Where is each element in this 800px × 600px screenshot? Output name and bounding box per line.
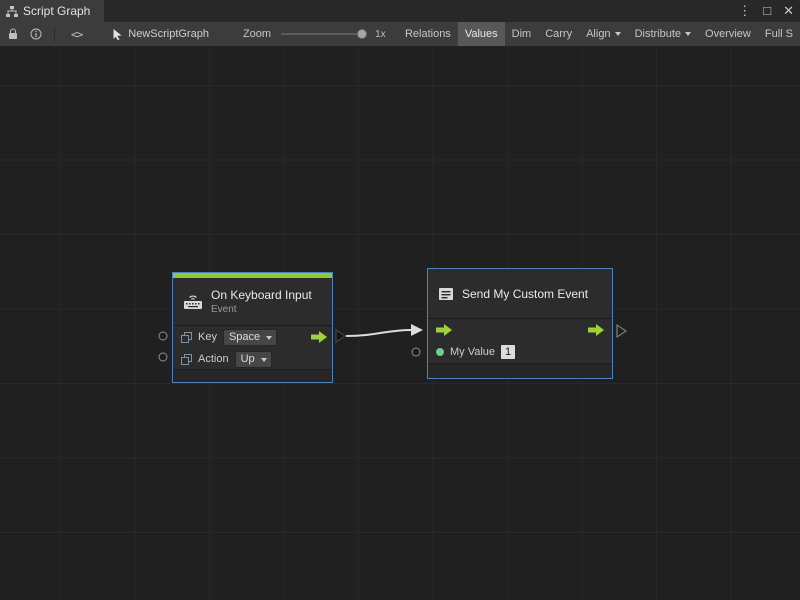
zoom-slider-knob[interactable]	[357, 29, 367, 39]
values-button[interactable]: Values	[458, 22, 505, 47]
toolbar-divider	[54, 27, 55, 42]
graph-toolbar: <> NewScriptGraph Zoom 1x Relations Valu…	[0, 22, 800, 47]
port-label-action: Action	[198, 353, 229, 365]
port-label-key: Key	[198, 331, 217, 343]
node-on-keyboard-input[interactable]: On Keyboard Input Event Key Space Action…	[172, 272, 333, 383]
flow-input-arrow-icon[interactable]	[436, 324, 452, 336]
node-header: On Keyboard Input Event	[173, 278, 332, 326]
code-view-icon[interactable]: <>	[71, 22, 82, 47]
graph-pointer-icon	[112, 28, 123, 40]
graph-name: NewScriptGraph	[128, 28, 209, 40]
distribute-dropdown-button[interactable]: Distribute	[628, 22, 698, 47]
overview-button[interactable]: Overview	[698, 22, 758, 47]
zoom-value: 1x	[375, 29, 386, 40]
flow-output-arrow-icon[interactable]	[311, 331, 327, 343]
port-row-key: Key Space	[173, 326, 332, 348]
node-footer	[173, 369, 332, 382]
script-graph-window: Script Graph ⋮ □ ✕ <> NewScriptGraph Zoo…	[0, 0, 800, 600]
flow-output-arrow-icon[interactable]	[588, 324, 604, 336]
fullscreen-button[interactable]: Full S	[758, 22, 800, 47]
graph-canvas[interactable]	[0, 47, 800, 600]
window-controls: ⋮ □ ✕	[738, 0, 794, 22]
breadcrumb[interactable]: NewScriptGraph	[112, 28, 209, 40]
window-maximize-icon[interactable]: □	[763, 0, 771, 22]
node-header: Send My Custom Event	[428, 269, 612, 319]
key-dropdown[interactable]: Space	[223, 329, 277, 346]
tab-title: Script Graph	[23, 4, 90, 18]
value-port-dot[interactable]	[436, 348, 444, 356]
port-label-my-value: My Value	[450, 346, 495, 358]
tab-script-graph[interactable]: Script Graph	[0, 0, 104, 22]
custom-event-icon	[437, 286, 455, 302]
node-footer	[428, 363, 612, 378]
node-title: On Keyboard Input	[211, 288, 312, 302]
node-subtitle: Event	[211, 304, 312, 315]
toolbar-buttons: Relations Values Dim Carry Align Distrib…	[398, 22, 800, 47]
dim-button[interactable]: Dim	[505, 22, 539, 47]
window-menu-icon[interactable]: ⋮	[738, 0, 751, 22]
action-dropdown[interactable]: Up	[235, 351, 272, 368]
value-type-icon	[181, 332, 192, 343]
info-icon[interactable]	[30, 22, 42, 47]
port-row-action: Action Up	[173, 348, 332, 370]
keyboard-icon	[182, 293, 204, 310]
value-type-icon	[181, 354, 192, 365]
node-send-my-custom-event[interactable]: Send My Custom Event My Value 1	[427, 268, 613, 379]
flow-port-row	[428, 319, 612, 341]
align-dropdown-button[interactable]: Align	[579, 22, 627, 47]
my-value-field[interactable]: 1	[501, 345, 515, 359]
relations-button[interactable]: Relations	[398, 22, 458, 47]
window-close-icon[interactable]: ✕	[783, 0, 794, 22]
zoom-slider[interactable]	[281, 33, 367, 35]
carry-button[interactable]: Carry	[538, 22, 579, 47]
window-tab-bar: Script Graph ⋮ □ ✕	[0, 0, 800, 22]
port-row-my-value: My Value 1	[428, 341, 612, 363]
script-graph-icon	[6, 6, 18, 17]
zoom-label: Zoom	[243, 28, 271, 40]
lock-icon[interactable]	[8, 22, 18, 47]
node-title: Send My Custom Event	[462, 287, 588, 301]
